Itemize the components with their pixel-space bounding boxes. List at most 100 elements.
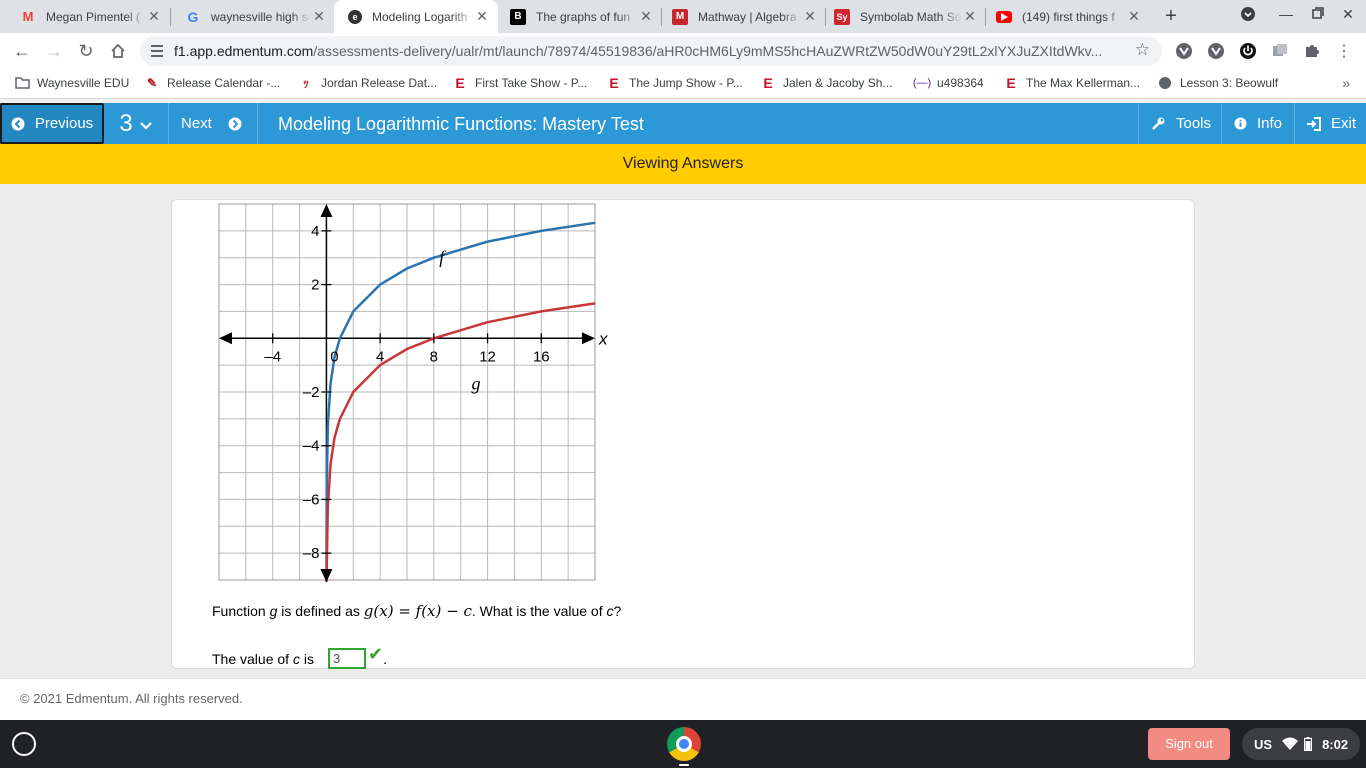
info-icon [1234,117,1247,130]
power-icon[interactable] [1238,41,1258,61]
address-bar[interactable]: f1.app.edmentum.com/assessments-delivery… [140,36,1162,66]
wrench-icon [1152,117,1165,130]
locale-label: US [1254,736,1273,752]
close-icon[interactable]: ✕ [638,8,654,25]
tab-title: (149) first things f [1022,9,1115,24]
bookmark-star-icon[interactable]: ☆ [1135,40,1150,60]
minimize-icon[interactable]: — [1276,6,1296,22]
close-icon[interactable]: ✕ [802,8,818,25]
browser-tab[interactable]: (149) first things f ✕ [986,0,1150,33]
bookmark-item[interactable]: Waynesville EDU [14,76,129,90]
release-calendar-icon: ✎ [146,76,158,90]
assessment-header: Previous 3 Next Modeling Logarithmic Fun… [0,103,1366,144]
brainly-icon: B [510,8,526,25]
x-tick-label: 12 [479,348,496,365]
bookmark-item[interactable]: ﾂ Jordan Release Dat... [298,76,438,91]
folder-icon [14,76,30,90]
bookmark-item[interactable]: E The Jump Show - P... [606,75,743,91]
restore-icon[interactable] [1308,6,1328,22]
bookmark-item[interactable]: E First Take Show - P... [452,75,587,91]
arrow-left-circle-icon [11,117,25,130]
forward-icon[interactable]: → [42,39,66,63]
bookmark-item[interactable]: E The Max Kellerman... [1003,75,1140,91]
viewing-answers-banner: Viewing Answers [0,144,1366,184]
x-axis-arrow-left [219,332,232,345]
y-axis-arrow-up [320,204,333,217]
x-axis-label: x [598,329,608,348]
close-icon[interactable]: ✕ [146,8,162,25]
more-bookmarks-icon[interactable]: » [1342,75,1350,91]
battery-icon [1304,737,1313,751]
x-tick-label: 16 [533,348,550,365]
close-icon[interactable]: ✕ [311,8,327,25]
tab-search-icon[interactable] [1238,6,1258,25]
browser-toolbar: ← → ↻ f1.app.edmentum.com/assessments-de… [0,33,1366,69]
arrow-right-circle-icon [228,117,242,130]
y-tick-label: –4 [303,438,320,455]
browser-tab[interactable]: Sy Symbolab Math So ✕ [826,0,986,33]
x-tick-label: 8 [430,348,438,365]
question-card: –4 0 4 8 12 16 4 2 –2 –4 –6 –8 x f g Function g is def… [171,199,1195,669]
bookmark-item[interactable]: (—) u498364 [913,76,984,90]
launcher-icon[interactable] [12,732,36,756]
next-button[interactable]: Next [181,103,242,144]
tools-button[interactable]: Tools [1151,103,1211,144]
edmentum-icon: e [348,9,362,24]
bookmarks-bar: Waynesville EDU ✎ Release Calendar -... … [0,69,1366,99]
function-graph: –4 0 4 8 12 16 4 2 –2 –4 –6 –8 x f g [218,203,608,582]
browser-tab[interactable]: M Megan Pimentel ( ✕ [0,0,170,33]
symbolab-icon: Sy [834,8,850,25]
series-label: f [439,247,447,267]
site-info-icon[interactable] [150,43,164,59]
wifi-icon [1282,737,1299,750]
sign-out-icon [1307,116,1321,131]
jordan-icon: ﾂ [303,79,309,91]
question-number-dropdown[interactable]: 3 [104,103,168,144]
tab-title: The graphs of fun [536,9,631,24]
espn-icon: E [1006,75,1016,91]
new-tab-button[interactable]: + [1160,5,1182,27]
youtube-icon [996,10,1012,23]
browser-tab[interactable]: B The graphs of fun ✕ [498,0,662,33]
y-tick-label: –8 [303,545,320,562]
answer-input[interactable]: 3 [327,648,366,669]
answer-line: The value of c is 3 ✔ . [212,644,387,669]
extension-icon[interactable] [1270,41,1290,61]
bookmark-item[interactable]: ✎ Release Calendar -... [144,76,280,90]
reload-icon[interactable]: ↻ [74,39,98,63]
close-icon[interactable]: ✕ [962,8,978,25]
x-tick-label: 0 [330,348,338,365]
footer: © 2021 Edmentum. All rights reserved. [0,678,1366,720]
exit-button[interactable]: Exit [1306,103,1356,144]
home-icon[interactable] [106,39,130,63]
espn-icon: E [763,75,773,91]
browser-tab-active[interactable]: e Modeling Logarith ✕ [334,0,498,33]
status-tray[interactable]: US 8:02 [1242,728,1360,760]
close-icon[interactable]: ✕ [474,8,490,25]
sign-out-button[interactable]: Sign out [1148,728,1230,760]
y-tick-label: 4 [311,223,319,240]
bookmark-item[interactable]: E Jalen & Jacoby Sh... [760,75,892,91]
url-text: f1.app.edmentum.com/assessments-delivery… [174,43,1103,59]
x-axis-arrow-right [582,332,595,345]
espn-icon: E [609,75,619,91]
browser-tab-strip: M Megan Pimentel ( ✕ G waynesville high … [0,0,1366,33]
bookmark-item[interactable]: Lesson 3: Beowulf [1157,76,1278,90]
browser-tab[interactable]: G waynesville high sc ✕ [165,0,335,33]
previous-button[interactable]: Previous [0,103,104,144]
extension-shield-icon[interactable] [1174,41,1194,61]
chrome-app-icon[interactable] [667,727,701,761]
info-button[interactable]: Info [1234,103,1282,144]
menu-kebab-icon[interactable]: ⋮ [1334,41,1354,61]
gmail-icon: M [22,9,34,24]
y-tick-label: –2 [303,384,320,401]
extensions-puzzle-icon[interactable] [1302,41,1322,61]
extension-shield-icon[interactable] [1206,41,1226,61]
browser-tab[interactable]: M Mathway | Algebra ✕ [662,0,826,33]
globe-icon [1157,76,1173,90]
series-label: g [471,373,480,393]
close-window-icon[interactable]: ✕ [1338,6,1358,23]
question-text: Function g is defined as g(x) = f(x) − c… [212,602,622,620]
back-icon[interactable]: ← [10,39,34,63]
close-icon[interactable]: ✕ [1126,8,1142,25]
